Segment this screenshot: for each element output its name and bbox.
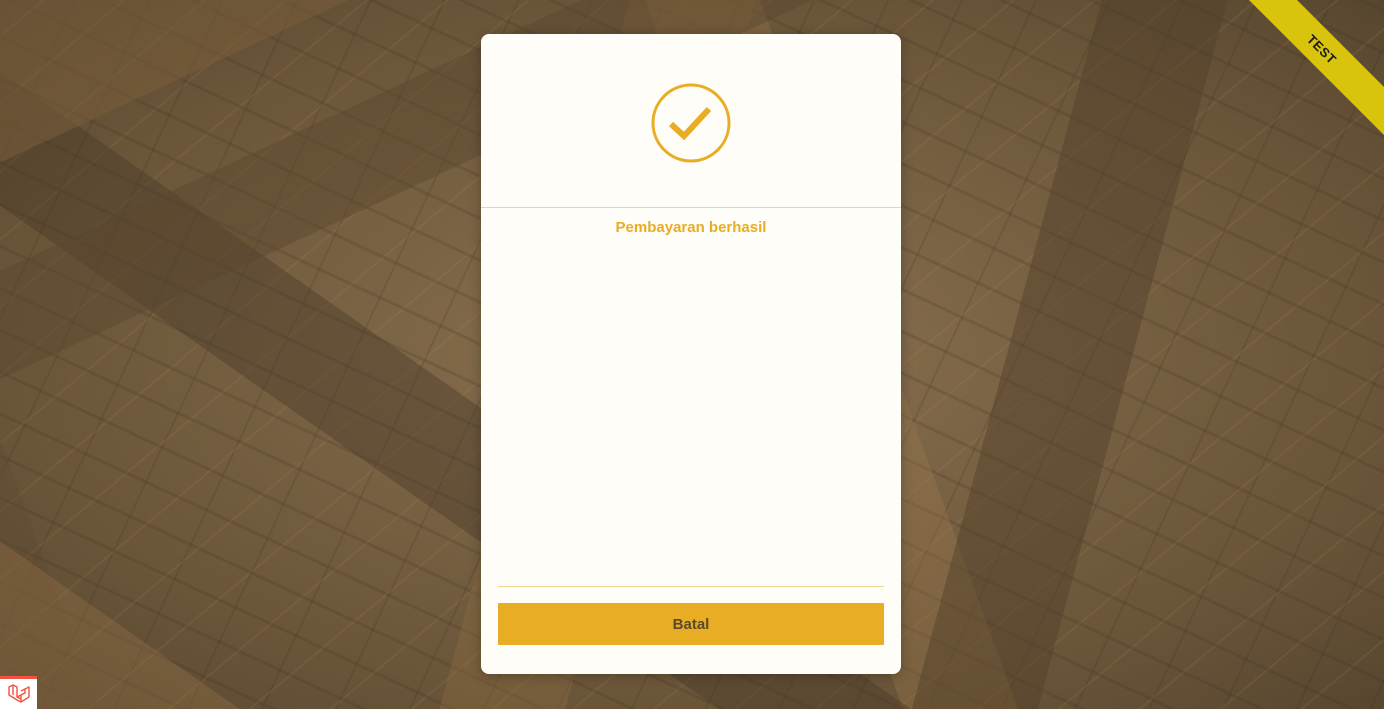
test-mode-ribbon: TEST bbox=[1224, 0, 1384, 160]
check-circle-icon bbox=[651, 83, 731, 163]
test-ribbon-label: TEST bbox=[1225, 0, 1384, 146]
laravel-logo-icon[interactable] bbox=[0, 676, 37, 709]
footer-divider bbox=[498, 586, 884, 587]
payment-status-text: Pembayaran berhasil bbox=[615, 219, 767, 236]
payment-result-modal: Pembayaran berhasil Batal bbox=[481, 34, 901, 674]
modal-header bbox=[481, 34, 901, 208]
modal-body: Pembayaran berhasil bbox=[481, 208, 901, 586]
cancel-button[interactable]: Batal bbox=[498, 603, 884, 645]
